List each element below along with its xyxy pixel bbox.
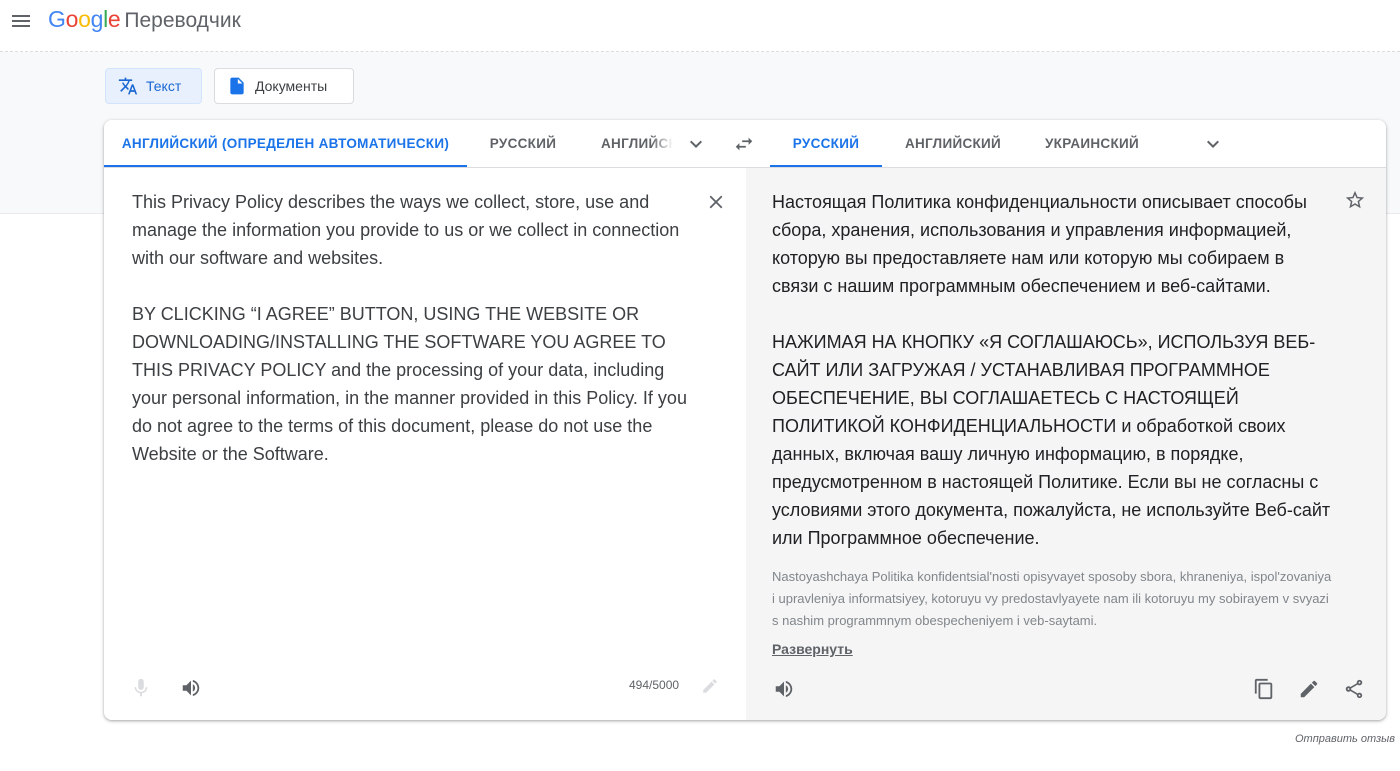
chevron-down-icon[interactable] — [1201, 132, 1225, 156]
source-panel: This Privacy Policy describes the ways w… — [104, 168, 746, 720]
target-lang-english-tab[interactable]: АНГЛИЙСКИЙ — [882, 120, 1024, 167]
source-lang-english-tab[interactable]: АНГЛИЙСКИЙ — [601, 120, 673, 167]
app-logo[interactable]: Google Переводчик — [48, 6, 241, 33]
source-lang-detected-tab[interactable]: АНГЛИЙСКИЙ (ОПРЕДЕЛЕН АВТОМАТИЧЕСКИ) — [104, 120, 467, 167]
text-mode-button[interactable]: Текст — [105, 68, 202, 104]
target-lang-russian-tab[interactable]: РУССКИЙ — [770, 120, 882, 167]
translate-icon — [118, 76, 138, 96]
send-feedback-link[interactable]: Отправить отзыв — [1295, 733, 1395, 745]
document-icon — [227, 76, 247, 96]
transliteration-text: Nastoyashchaya Politika konfidentsial'no… — [772, 569, 1332, 628]
translator-card: АНГЛИЙСКИЙ (ОПРЕДЕЛЕН АВТОМАТИЧЕСКИ) РУС… — [104, 120, 1386, 720]
product-name: Переводчик — [124, 9, 241, 32]
language-bar: АНГЛИЙСКИЙ (ОПРЕДЕЛЕН АВТОМАТИЧЕСКИ) РУС… — [104, 120, 1386, 168]
translation-output: Настоящая Политика конфиденциальности оп… — [772, 192, 1331, 548]
char-counter: 494/5000 — [629, 678, 680, 692]
copy-icon[interactable] — [1252, 677, 1276, 701]
microphone-icon[interactable] — [129, 676, 153, 700]
pencil-icon[interactable] — [698, 674, 722, 698]
menu-icon[interactable] — [9, 9, 33, 33]
speaker-icon[interactable] — [179, 676, 203, 700]
close-icon[interactable] — [704, 190, 728, 214]
source-text-input[interactable]: This Privacy Policy describes the ways w… — [132, 188, 692, 468]
google-logo: Google — [48, 6, 121, 32]
top-bar: Google Переводчик — [0, 0, 1400, 52]
documents-mode-button[interactable]: Документы — [214, 68, 354, 104]
source-lang-russian-tab[interactable]: РУССКИЙ — [467, 120, 579, 167]
chevron-down-icon[interactable] — [684, 132, 708, 156]
speaker-icon[interactable] — [772, 677, 796, 701]
target-lang-ukrainian-tab[interactable]: УКРАИНСКИЙ — [1024, 120, 1160, 167]
star-icon[interactable] — [1344, 189, 1368, 213]
documents-mode-label: Документы — [255, 78, 328, 94]
swap-icon[interactable] — [732, 132, 756, 156]
target-panel: Настоящая Политика конфиденциальности оп… — [746, 168, 1386, 720]
share-icon[interactable] — [1342, 677, 1366, 701]
expand-link[interactable]: Развернуть — [772, 641, 853, 657]
pencil-icon[interactable] — [1297, 677, 1321, 701]
text-mode-label: Текст — [146, 78, 182, 94]
